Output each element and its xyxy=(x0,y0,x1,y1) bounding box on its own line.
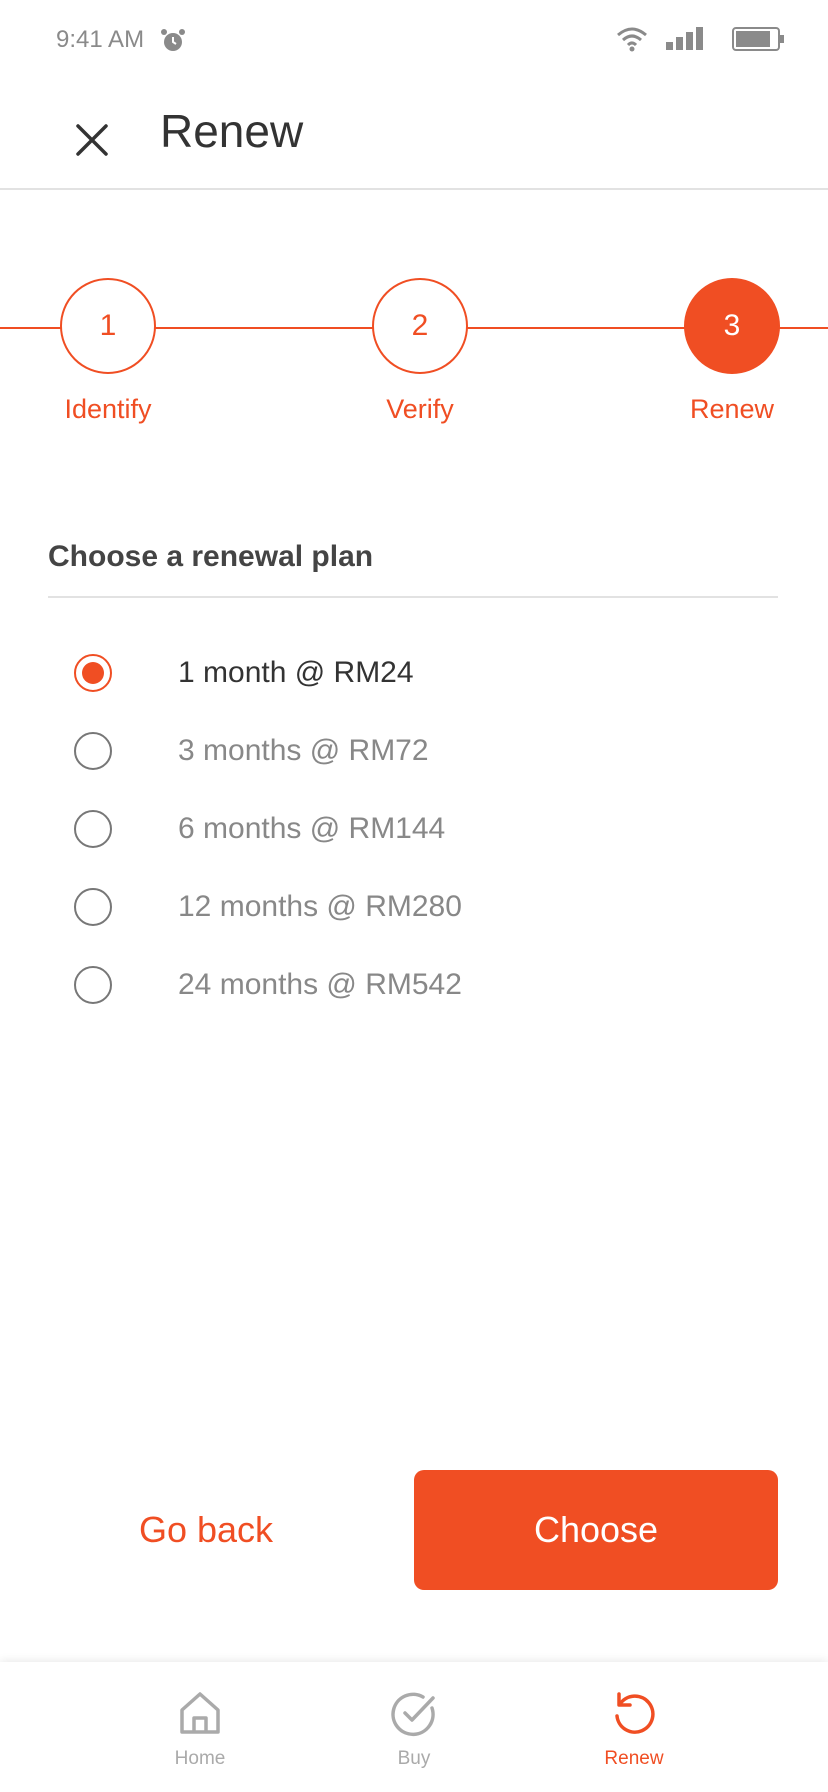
progress-stepper: 1 Identify 2 Verify 3 Renew xyxy=(0,278,828,458)
nav-item-buy[interactable]: Buy xyxy=(354,1686,474,1770)
step-label: Renew xyxy=(689,394,775,424)
check-circle-icon xyxy=(391,1692,435,1737)
step-number: 1 xyxy=(60,278,156,374)
section-title: Choose a renewal plan xyxy=(48,540,374,573)
nav-label: Buy xyxy=(397,1748,431,1769)
plan-label: 6 months @ RM144 xyxy=(178,812,446,845)
wifi-icon xyxy=(617,27,647,52)
radio-button[interactable] xyxy=(74,810,112,848)
plan-label: 1 month @ RM24 xyxy=(178,656,414,689)
bottom-nav: Home Buy Renew xyxy=(0,1662,828,1792)
section-divider xyxy=(48,596,778,598)
radio-button[interactable] xyxy=(74,966,112,1004)
go-back-button[interactable]: Go back xyxy=(48,1470,364,1590)
plan-option[interactable]: 1 month @ RM24 xyxy=(74,634,754,712)
step-number: 3 xyxy=(684,278,780,374)
plan-option[interactable]: 24 months @ RM542 xyxy=(74,946,754,1024)
step-renew: 3 Renew xyxy=(652,278,812,425)
step-verify: 2 Verify xyxy=(340,278,500,425)
renewal-plan-list: 1 month @ RM24 3 months @ RM72 6 months … xyxy=(74,634,754,1024)
radio-button[interactable] xyxy=(74,888,112,926)
radio-dot xyxy=(82,662,104,684)
plan-option[interactable]: 3 months @ RM72 xyxy=(74,712,754,790)
plan-label: 12 months @ RM280 xyxy=(178,890,462,923)
home-icon xyxy=(180,1692,220,1734)
page-title: Renew xyxy=(160,105,304,157)
battery-icon xyxy=(732,27,784,51)
plan-option[interactable]: 12 months @ RM280 xyxy=(74,868,754,946)
status-bar: 9:41 AM xyxy=(0,0,828,80)
nav-item-renew[interactable]: Renew xyxy=(574,1686,694,1770)
step-identify: 1 Identify xyxy=(28,278,188,425)
nav-item-home[interactable]: Home xyxy=(140,1686,260,1770)
close-icon[interactable] xyxy=(62,110,122,170)
plan-option[interactable]: 6 months @ RM144 xyxy=(74,790,754,868)
radio-button[interactable] xyxy=(74,732,112,770)
alarm-clock-icon xyxy=(161,29,185,51)
signal-icon xyxy=(666,27,703,50)
step-label: Verify xyxy=(386,394,454,424)
renew-icon xyxy=(615,1692,655,1734)
nav-label: Home xyxy=(174,1748,226,1769)
step-number: 2 xyxy=(372,278,468,374)
status-time: 9:41 AM xyxy=(56,26,145,53)
header: Renew xyxy=(0,80,828,190)
plan-label: 24 months @ RM542 xyxy=(178,968,462,1001)
choose-button[interactable]: Choose xyxy=(414,1470,778,1590)
radio-button[interactable] xyxy=(74,654,112,692)
plan-label: 3 months @ RM72 xyxy=(178,734,429,767)
step-label: Identify xyxy=(64,394,152,424)
nav-label: Renew xyxy=(604,1748,664,1769)
